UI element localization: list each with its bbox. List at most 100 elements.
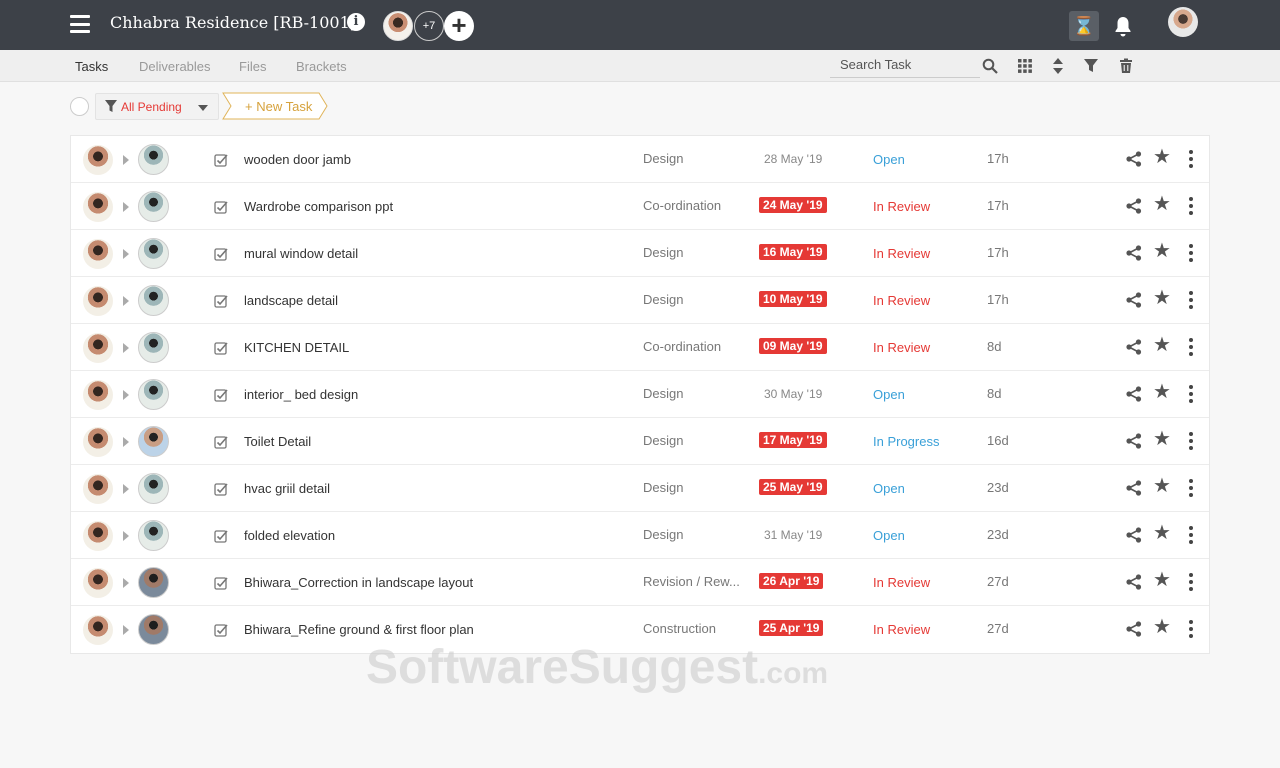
task-row[interactable]: landscape detail Design 10 May '19 In Re… bbox=[71, 277, 1209, 324]
expand-caret-icon[interactable] bbox=[123, 390, 129, 400]
share-icon[interactable] bbox=[1126, 574, 1142, 590]
more-options-icon[interactable] bbox=[1189, 150, 1193, 168]
task-status[interactable]: In Review bbox=[873, 293, 930, 308]
task-checkbox-icon[interactable] bbox=[214, 200, 228, 214]
share-icon[interactable] bbox=[1126, 245, 1142, 261]
task-owner-avatar[interactable] bbox=[83, 474, 113, 504]
tab-tasks[interactable]: Tasks bbox=[75, 59, 108, 74]
task-assignee-avatar[interactable] bbox=[138, 614, 169, 645]
add-member-button[interactable]: + bbox=[444, 11, 474, 41]
task-title[interactable]: mural window detail bbox=[244, 246, 358, 261]
info-icon[interactable]: i bbox=[347, 13, 365, 31]
expand-caret-icon[interactable] bbox=[123, 578, 129, 588]
task-status[interactable]: Open bbox=[873, 152, 905, 167]
task-status[interactable]: Open bbox=[873, 387, 905, 402]
task-title[interactable]: KITCHEN DETAIL bbox=[244, 340, 349, 355]
task-row[interactable]: interior_ bed design Design 30 May '19 O… bbox=[71, 371, 1209, 418]
star-icon[interactable]: ★ bbox=[1153, 429, 1171, 449]
more-options-icon[interactable] bbox=[1189, 244, 1193, 262]
task-assignee-avatar[interactable] bbox=[138, 144, 169, 175]
task-title[interactable]: interior_ bed design bbox=[244, 387, 358, 402]
task-title[interactable]: Bhiwara_Correction in landscape layout bbox=[244, 575, 473, 590]
more-options-icon[interactable] bbox=[1189, 526, 1193, 544]
task-row[interactable]: folded elevation Design 31 May '19 Open … bbox=[71, 512, 1209, 559]
task-owner-avatar[interactable] bbox=[83, 239, 113, 269]
task-status[interactable]: Open bbox=[873, 481, 905, 496]
task-assignee-avatar[interactable] bbox=[138, 520, 169, 551]
task-owner-avatar[interactable] bbox=[83, 427, 113, 457]
star-icon[interactable]: ★ bbox=[1153, 194, 1171, 214]
more-options-icon[interactable] bbox=[1189, 338, 1193, 356]
task-status[interactable]: Open bbox=[873, 528, 905, 543]
task-row[interactable]: hvac griil detail Design 25 May '19 Open… bbox=[71, 465, 1209, 512]
task-row[interactable]: Toilet Detail Design 17 May '19 In Progr… bbox=[71, 418, 1209, 465]
task-status[interactable]: In Review bbox=[873, 340, 930, 355]
task-assignee-avatar[interactable] bbox=[138, 426, 169, 457]
task-title[interactable]: Wardrobe comparison ppt bbox=[244, 199, 393, 214]
task-title[interactable]: folded elevation bbox=[244, 528, 335, 543]
more-options-icon[interactable] bbox=[1189, 197, 1193, 215]
expand-caret-icon[interactable] bbox=[123, 296, 129, 306]
search-task-input[interactable]: Search Task bbox=[830, 54, 980, 78]
task-status[interactable]: In Review bbox=[873, 622, 930, 637]
star-icon[interactable]: ★ bbox=[1153, 523, 1171, 543]
task-owner-avatar[interactable] bbox=[83, 615, 113, 645]
star-icon[interactable]: ★ bbox=[1153, 570, 1171, 590]
expand-caret-icon[interactable] bbox=[123, 202, 129, 212]
more-options-icon[interactable] bbox=[1189, 479, 1193, 497]
project-title[interactable]: Chhabra Residence [RB-1001] bbox=[110, 13, 356, 32]
task-checkbox-icon[interactable] bbox=[214, 482, 228, 496]
task-owner-avatar[interactable] bbox=[83, 380, 113, 410]
more-options-icon[interactable] bbox=[1189, 620, 1193, 638]
task-checkbox-icon[interactable] bbox=[214, 153, 228, 167]
more-options-icon[interactable] bbox=[1189, 432, 1193, 450]
task-status[interactable]: In Review bbox=[873, 575, 930, 590]
star-icon[interactable]: ★ bbox=[1153, 617, 1171, 637]
task-checkbox-icon[interactable] bbox=[214, 341, 228, 355]
share-icon[interactable] bbox=[1126, 621, 1142, 637]
share-icon[interactable] bbox=[1126, 292, 1142, 308]
share-icon[interactable] bbox=[1126, 339, 1142, 355]
expand-caret-icon[interactable] bbox=[123, 155, 129, 165]
task-title[interactable]: Bhiwara_Refine ground & first floor plan bbox=[244, 622, 474, 637]
more-options-icon[interactable] bbox=[1189, 385, 1193, 403]
task-owner-avatar[interactable] bbox=[83, 568, 113, 598]
task-status[interactable]: In Progress bbox=[873, 434, 939, 449]
task-row[interactable]: Wardrobe comparison ppt Co-ordination 24… bbox=[71, 183, 1209, 230]
new-task-button[interactable]: + New Task bbox=[222, 92, 328, 120]
filter-icon[interactable] bbox=[1083, 58, 1099, 74]
task-status[interactable]: In Review bbox=[873, 199, 930, 214]
expand-caret-icon[interactable] bbox=[123, 625, 129, 635]
hourglass-icon[interactable]: ⌛ bbox=[1069, 11, 1099, 41]
grid-view-icon[interactable] bbox=[1017, 58, 1033, 74]
expand-caret-icon[interactable] bbox=[123, 249, 129, 259]
member-count-badge[interactable]: +7 bbox=[414, 11, 444, 41]
star-icon[interactable]: ★ bbox=[1153, 382, 1171, 402]
task-owner-avatar[interactable] bbox=[83, 333, 113, 363]
more-options-icon[interactable] bbox=[1189, 291, 1193, 309]
member-avatar[interactable] bbox=[383, 11, 413, 41]
trash-icon[interactable] bbox=[1118, 58, 1134, 74]
task-row[interactable]: KITCHEN DETAIL Co-ordination 09 May '19 … bbox=[71, 324, 1209, 371]
expand-caret-icon[interactable] bbox=[123, 437, 129, 447]
task-row[interactable]: wooden door jamb Design 28 May '19 Open … bbox=[71, 136, 1209, 183]
task-owner-avatar[interactable] bbox=[83, 521, 113, 551]
star-icon[interactable]: ★ bbox=[1153, 241, 1171, 261]
share-icon[interactable] bbox=[1126, 433, 1142, 449]
task-checkbox-icon[interactable] bbox=[214, 294, 228, 308]
task-title[interactable]: Toilet Detail bbox=[244, 434, 311, 449]
star-icon[interactable]: ★ bbox=[1153, 147, 1171, 167]
task-owner-avatar[interactable] bbox=[83, 192, 113, 222]
share-icon[interactable] bbox=[1126, 198, 1142, 214]
more-options-icon[interactable] bbox=[1189, 573, 1193, 591]
task-title[interactable]: wooden door jamb bbox=[244, 152, 351, 167]
expand-caret-icon[interactable] bbox=[123, 531, 129, 541]
task-assignee-avatar[interactable] bbox=[138, 473, 169, 504]
expand-caret-icon[interactable] bbox=[123, 484, 129, 494]
task-title[interactable]: landscape detail bbox=[244, 293, 338, 308]
task-assignee-avatar[interactable] bbox=[138, 379, 169, 410]
sort-icon[interactable] bbox=[1050, 58, 1066, 74]
share-icon[interactable] bbox=[1126, 386, 1142, 402]
tab-files[interactable]: Files bbox=[239, 59, 266, 74]
filter-dropdown[interactable]: All Pending bbox=[95, 93, 219, 120]
